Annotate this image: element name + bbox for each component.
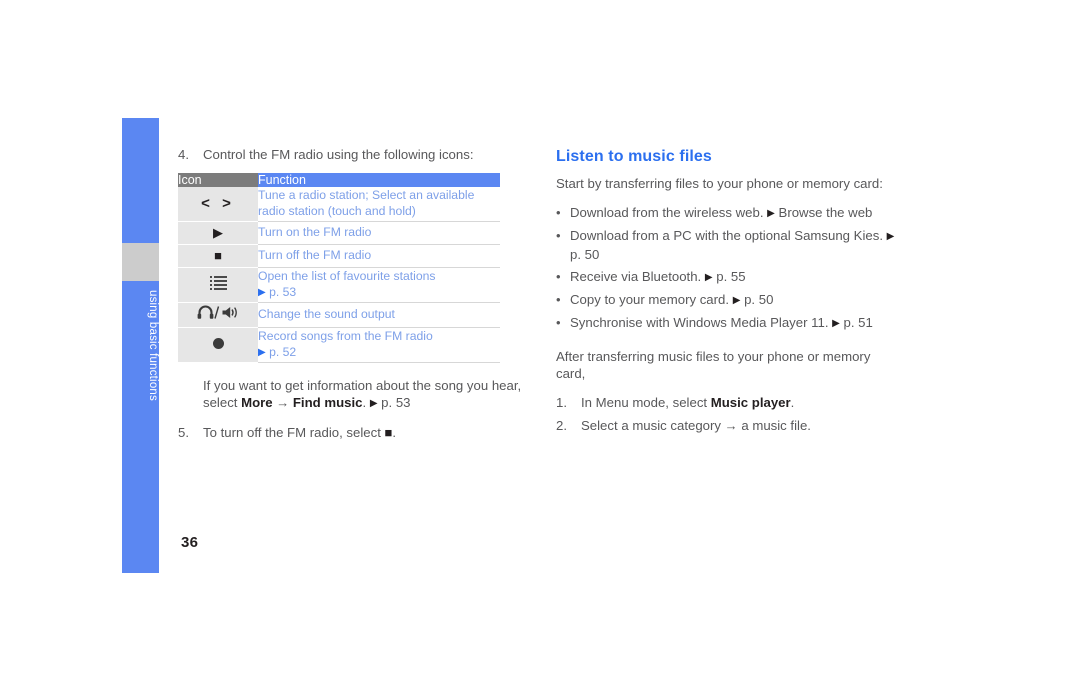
cell-page-ref: p. 53	[269, 284, 297, 299]
cell-function: Turn on the FM radio	[258, 221, 500, 245]
cell-function: Tune a radio station; Select an availabl…	[258, 186, 500, 222]
stop-icon: ■	[214, 247, 222, 263]
list-icon	[209, 274, 227, 292]
cell-function: Change the sound output	[258, 302, 500, 328]
music-player-label: Music player	[710, 394, 791, 410]
table-header-function: Function	[258, 172, 500, 187]
bullet-icon: •	[556, 268, 561, 284]
right-column: Listen to music files Start by transferr…	[556, 148, 901, 435]
list-item: • Receive via Bluetooth. ▶ p. 55	[556, 268, 901, 287]
bullet-icon: •	[556, 204, 561, 220]
music-step-1-text-before: In Menu mode, select	[581, 394, 711, 410]
bullet-icon: •	[556, 291, 561, 307]
list-item: • Download from a PC with the optional S…	[556, 227, 901, 264]
cell-function: Turn off the FM radio	[258, 244, 500, 268]
transfer-method-list: • Download from the wireless web. ▶ Brow…	[556, 204, 901, 333]
page-title: Listen to music files	[556, 148, 712, 165]
list-item-text-before: Receive via Bluetooth.	[570, 268, 705, 284]
cell-function-text: Open the list of favourite stations	[258, 269, 436, 283]
music-step-1: 1. In Menu mode, select Music player.	[556, 394, 901, 412]
side-tab-gap-marker	[122, 243, 159, 281]
table-row: Open the list of favourite stations ▶ p.…	[178, 267, 500, 303]
step-5-text: To turn off the FM radio, select ■.	[203, 424, 528, 442]
cell-icon	[178, 327, 258, 363]
page-ref-triangle-icon: ▶	[258, 346, 266, 358]
list-item-text-after: p. 50	[570, 246, 600, 262]
cell-page-ref: p. 52	[269, 344, 297, 359]
table-row: < > Tune a radio station; Select an avai…	[178, 186, 500, 222]
page-ref-triangle-icon: ▶	[767, 207, 775, 219]
cell-icon: < >	[178, 186, 258, 222]
note-page-ref: p. 53	[377, 395, 411, 410]
music-step-1-text-after: .	[790, 394, 795, 410]
step-5-text-after: .	[392, 424, 397, 440]
list-item: • Download from the wireless web. ▶ Brow…	[556, 204, 901, 223]
note-bold-more: More	[241, 395, 273, 410]
prev-next-icon: < >	[201, 194, 235, 212]
cell-icon	[178, 267, 258, 303]
note-part2: .	[362, 395, 370, 410]
music-step-1-number: 1.	[556, 394, 567, 410]
step-5-number: 5.	[178, 424, 189, 440]
cell-function: Open the list of favourite stations ▶ p.…	[258, 267, 500, 303]
sequence-arrow-icon: →	[724, 418, 738, 433]
list-item: • Synchronise with Windows Media Player …	[556, 314, 901, 333]
side-tab-label: using basic functions	[147, 290, 159, 401]
page-ref-triangle-icon: ▶	[832, 317, 840, 329]
list-item-text-after: p. 51	[839, 314, 873, 330]
music-step-2: 2. Select a music category → a music fil…	[556, 417, 901, 435]
left-column: 4. Control the FM radio using the follow…	[178, 146, 528, 441]
table-row: Change the sound output	[178, 302, 500, 328]
note-arrow: →	[272, 395, 293, 410]
cell-icon: ■	[178, 244, 258, 268]
list-item-text-before: Synchronise with Windows Media Player 11…	[570, 314, 833, 330]
step-5: 5. To turn off the FM radio, select ■.	[178, 424, 528, 442]
cell-icon: ▶	[178, 221, 258, 245]
intro-text: Start by transferring files to your phon…	[556, 176, 883, 191]
step-5-text-before: To turn off the FM radio, select	[203, 424, 385, 440]
page-number: 36	[181, 534, 199, 551]
table-row: Record songs from the FM radio ▶ p. 52	[178, 327, 500, 363]
step-4-number: 4.	[178, 147, 189, 162]
music-step-2-number: 2.	[556, 418, 567, 433]
record-icon	[212, 337, 224, 349]
music-step-2-text-after: a music file.	[737, 418, 811, 433]
page-ref-triangle-icon: ▶	[369, 398, 378, 409]
fm-radio-note: If you want to get information about the…	[178, 377, 528, 413]
page-ref-triangle-icon: ▶	[258, 286, 266, 298]
fm-radio-note-text: If you want to get information about the…	[203, 377, 528, 413]
cell-icon	[178, 302, 258, 328]
list-item: • Copy to your memory card. ▶ p. 50	[556, 291, 901, 310]
headphone-speaker-icon	[197, 304, 239, 323]
list-item-text-after: p. 50	[740, 291, 774, 307]
side-tab: using basic functions	[122, 118, 159, 573]
table-header-row: Icon Function	[178, 172, 500, 187]
table-row: ■ Turn off the FM radio	[178, 244, 500, 268]
bullet-icon: •	[556, 314, 561, 330]
music-step-2-text-before: Select a music category	[581, 418, 725, 433]
list-item-text-before: Download from the wireless web.	[570, 204, 768, 220]
play-icon: ▶	[213, 224, 223, 240]
step-4-text: Control the FM radio using the following…	[203, 147, 474, 162]
cell-function-text: Record songs from the FM radio	[258, 329, 433, 343]
list-item-text-before: Copy to your memory card.	[570, 291, 733, 307]
list-item-text-after: Browse the web	[774, 204, 873, 220]
bullet-icon: •	[556, 227, 561, 243]
page-ref-triangle-icon: ▶	[886, 230, 895, 242]
note-bold-findmusic: Find music	[292, 395, 363, 410]
after-transfer-text: After transferring music files to your p…	[556, 348, 871, 382]
page-ref-triangle-icon: ▶	[704, 271, 713, 283]
cell-function: Record songs from the FM radio ▶ p. 52	[258, 327, 500, 363]
list-item-text-after: p. 55	[712, 268, 746, 284]
step-4: 4. Control the FM radio using the follow…	[178, 146, 528, 164]
fm-radio-icon-table: Icon Function < > Tune a radio station; …	[178, 172, 500, 363]
table-header-icon: Icon	[178, 172, 258, 187]
list-item-text-before: Download from a PC with the optional Sam…	[570, 227, 887, 243]
table-row: ▶ Turn on the FM radio	[178, 221, 500, 245]
